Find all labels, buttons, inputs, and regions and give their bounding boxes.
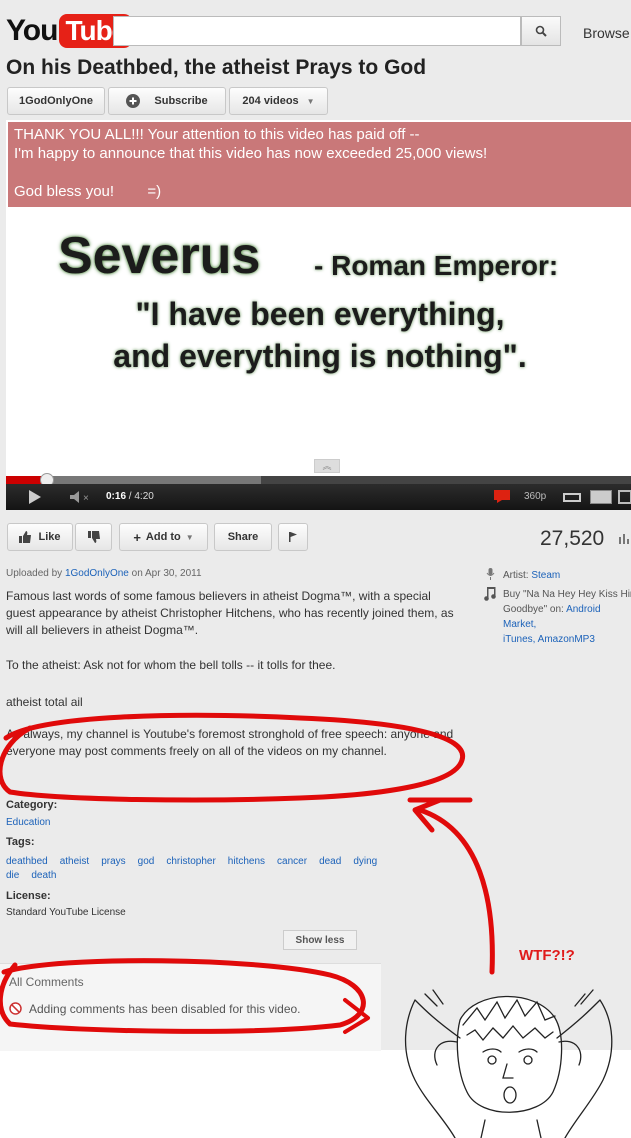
confused-face-meme-image — [404, 989, 613, 1138]
red-circle-comments — [0, 958, 366, 1034]
red-arrow-curve — [417, 807, 495, 975]
wtf-caption: WTF?!? — [519, 947, 575, 964]
red-circle-free-speech — [0, 712, 466, 803]
red-annotation-overlay — [0, 712, 495, 1034]
